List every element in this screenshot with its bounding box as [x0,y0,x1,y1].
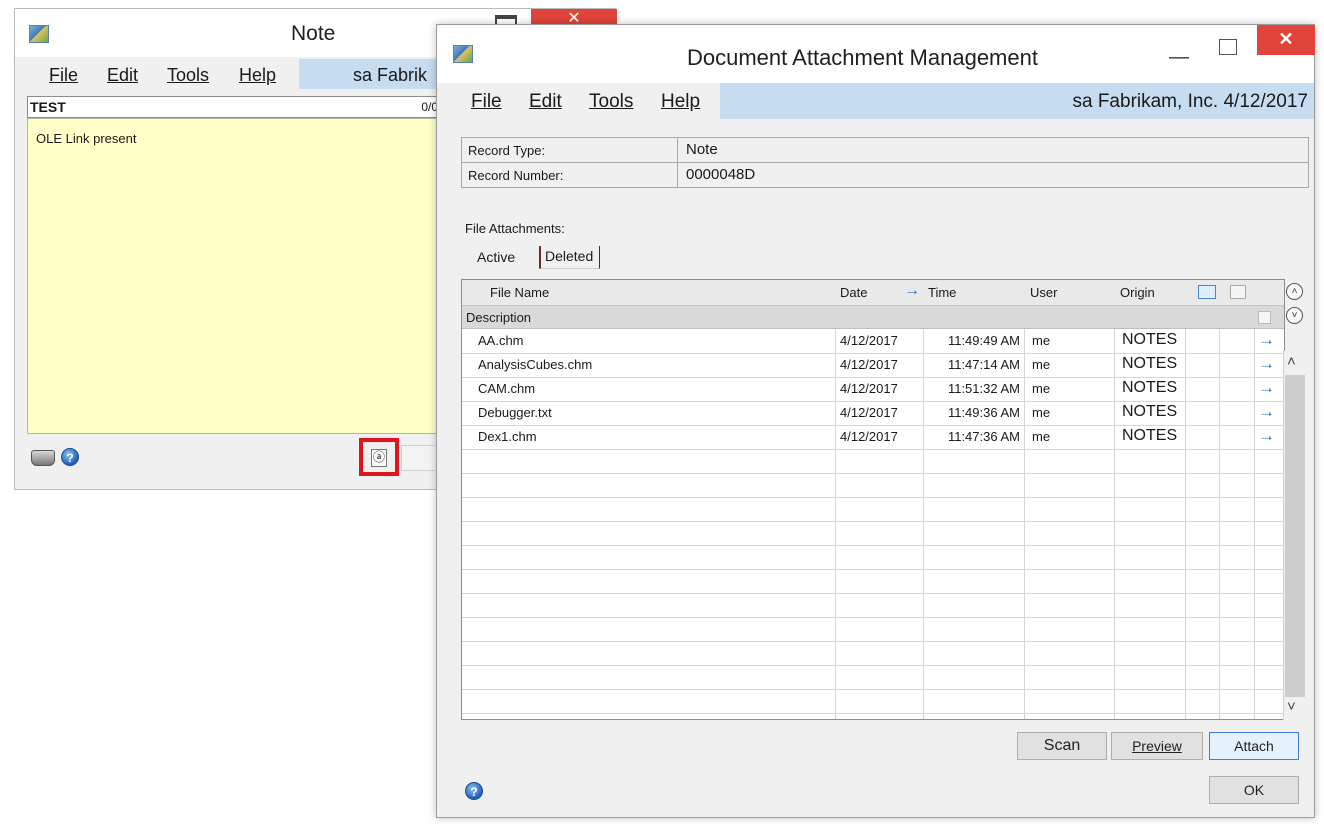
user-cell: me [1032,333,1051,348]
table-row[interactable]: AnalysisCubes.chm 4/12/2017 11:47:14 AM … [462,353,1284,377]
maximize-icon[interactable] [1219,39,1237,55]
origin-cell: NOTES [1122,427,1178,444]
table-row[interactable]: CAM.chm 4/12/2017 11:51:32 AM me NOTES → [462,377,1284,401]
app-icon [29,25,49,43]
note-window-title: Note [291,22,336,45]
grid-subheader: Description [462,306,1284,329]
expand-rows-icon[interactable]: ˅ [1286,307,1303,324]
note-header[interactable]: TEST 0/0 [27,96,447,118]
origin-cell: NOTES [1122,331,1178,348]
column-file-name[interactable]: File Name [490,285,549,300]
grid-scrollbar[interactable]: ˄ ˅ [1283,351,1305,720]
table-row[interactable]: Dex1.chm 4/12/2017 11:47:36 AM me NOTES … [462,425,1284,449]
open-arrow-icon[interactable]: → [1258,378,1275,398]
origin-cell: NOTES [1122,403,1178,420]
file-attachments-label: File Attachments: [465,221,565,236]
menu-help[interactable]: Help [661,91,700,113]
column-origin[interactable]: Origin [1120,285,1155,300]
document-attachment-window: Document Attachment Management — ✕ File … [436,24,1315,818]
open-arrow-icon[interactable]: → [1258,354,1275,374]
date-cell: 4/12/2017 [840,357,898,372]
menu-file[interactable]: File [49,65,78,86]
scroll-up-icon[interactable]: ˄ [1287,353,1296,370]
printer-icon[interactable] [31,450,55,466]
open-arrow-icon[interactable]: → [1258,330,1275,350]
preview-button[interactable]: Preview [1111,732,1203,760]
attachments-grid: File Name Date → Time User Origin Descri… [461,279,1285,720]
user-cell: me [1032,357,1051,372]
date-cell: 4/12/2017 [840,381,898,396]
attachment-icon[interactable]: ⓐ [371,449,387,467]
help-icon[interactable]: ? [465,782,483,800]
menu-tools[interactable]: Tools [167,65,209,86]
column-time[interactable]: Time [928,285,956,300]
origin-cell: NOTES [1122,379,1178,396]
date-cell: 4/12/2017 [840,429,898,444]
time-cell: 11:49:36 AM [947,405,1020,420]
user-cell: me [1032,381,1051,396]
attach-button[interactable]: Attach [1209,732,1299,760]
origin-cell: NOTES [1122,355,1178,372]
file-name-cell: Dex1.chm [478,429,537,444]
menu-edit[interactable]: Edit [529,91,562,113]
record-type-row: Record Type: Note [461,137,1309,163]
time-cell: 11:47:14 AM [947,357,1020,372]
tab-active[interactable]: Active [477,249,515,265]
column-user[interactable]: User [1030,285,1057,300]
file-name-cell: AA.chm [478,333,524,348]
open-arrow-icon[interactable]: → [1258,402,1275,422]
file-name-cell: Debugger.txt [478,405,552,420]
record-number-value: 0000048D [678,163,1308,187]
time-cell: 11:49:49 AM [947,333,1020,348]
record-type-value: Note [678,138,1308,162]
grid-header: File Name Date → Time User Origin [462,280,1284,306]
dam-menu-bar: File Edit Tools Help sa Fabrikam, Inc. 4… [437,83,1314,119]
dam-title-bar[interactable]: Document Attachment Management — ✕ [437,25,1315,83]
note-body-text: OLE Link present [36,131,137,146]
table-row[interactable]: Debugger.txt 4/12/2017 11:49:36 AM me NO… [462,401,1284,425]
ok-button[interactable]: OK [1209,776,1299,804]
user-cell: me [1032,405,1051,420]
scan-button[interactable]: Scan [1017,732,1107,760]
attach-highlight-box: ⓐ [359,438,399,476]
note-title: TEST [30,99,66,115]
window-link-icon[interactable] [1198,285,1216,299]
file-name-cell: CAM.chm [478,381,536,396]
open-arrow-icon[interactable]: → [1258,426,1275,446]
note-footer-button[interactable] [401,445,435,471]
record-number-label: Record Number: [462,163,678,187]
document-icon[interactable] [1230,285,1246,299]
time-cell: 11:51:32 AM [947,381,1020,396]
file-name-cell: AnalysisCubes.chm [478,357,593,372]
scroll-thumb[interactable] [1285,375,1305,697]
column-date[interactable]: Date [840,285,867,300]
company-info: sa Fabrikam, Inc. 4/12/2017 [1072,91,1308,112]
record-number-row: Record Number: 0000048D [461,162,1309,188]
menu-file[interactable]: File [471,91,502,113]
company-info: sa Fabrik [353,65,428,85]
time-cell: 11:47:36 AM [947,429,1020,444]
menu-help[interactable]: Help [239,65,276,86]
menu-tools[interactable]: Tools [589,91,633,113]
app-icon [453,45,473,63]
note-text-area[interactable]: OLE Link present [27,118,447,434]
table-row[interactable]: AA.chm 4/12/2017 11:49:49 AM me NOTES → [462,329,1284,353]
dam-window-title: Document Attachment Management [687,45,1038,70]
collapse-rows-icon[interactable]: ˄ [1286,283,1303,300]
record-type-label: Record Type: [462,138,678,162]
tab-deleted[interactable]: Deleted [539,246,601,269]
date-cell: 4/12/2017 [840,333,898,348]
grid-body: AA.chm 4/12/2017 11:49:49 AM me NOTES → … [462,329,1284,719]
scroll-down-icon[interactable]: ˅ [1287,698,1296,715]
column-description[interactable]: Description [466,310,531,325]
help-icon[interactable]: ? [61,448,79,466]
sort-arrow-icon[interactable]: → [904,282,920,300]
select-all-checkbox[interactable] [1258,311,1271,324]
menu-edit[interactable]: Edit [107,65,138,86]
user-cell: me [1032,429,1051,444]
minimize-icon[interactable]: — [1169,47,1189,67]
close-button[interactable]: ✕ [1257,25,1315,55]
date-cell: 4/12/2017 [840,405,898,420]
